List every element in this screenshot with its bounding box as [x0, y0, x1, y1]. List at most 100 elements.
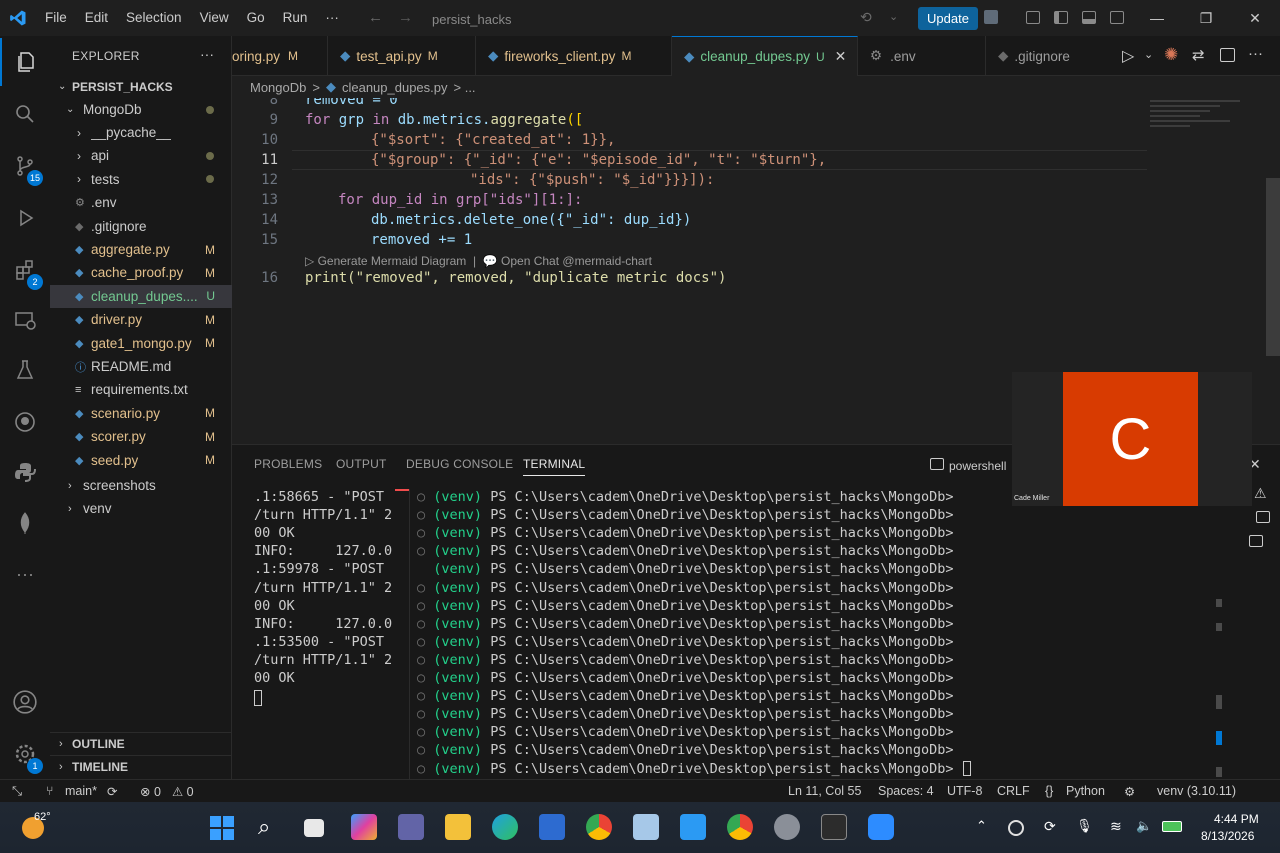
file-tree-item[interactable]: ◆ seed.py M	[50, 449, 232, 472]
language-mode[interactable]: Python	[1066, 784, 1105, 798]
zoom-app-icon[interactable]	[868, 814, 894, 840]
sync-icon[interactable]: ⟳	[107, 784, 117, 799]
line-ending[interactable]: CRLF	[997, 784, 1030, 798]
shell-label[interactable]: powershell	[949, 459, 1006, 473]
explorer-more-button[interactable]: ···	[200, 46, 214, 62]
update-button[interactable]: Update	[918, 7, 978, 30]
minimize-icon[interactable]: —	[1134, 0, 1180, 36]
minimap[interactable]	[1148, 98, 1266, 138]
run-options-chevron-icon[interactable]: ⌄	[1144, 48, 1153, 61]
more-icon[interactable]: ···	[0, 550, 50, 598]
notepad-icon[interactable]	[633, 814, 659, 840]
file-tree-item[interactable]: ◆ scenario.py M	[50, 402, 232, 425]
search-icon[interactable]: ⌕	[258, 814, 270, 840]
file-tree-item[interactable]: ⓘ README.md	[50, 355, 232, 378]
battery-icon[interactable]	[1162, 821, 1182, 832]
start-icon[interactable]	[210, 816, 234, 840]
command-decoration-icon[interactable]: ○	[417, 688, 433, 704]
task-view-icon[interactable]	[304, 819, 324, 837]
tab-terminal[interactable]: TERMINAL	[523, 457, 586, 476]
tab-problems[interactable]: PROBLEMS	[254, 457, 322, 471]
command-decoration-icon[interactable]: ○	[417, 507, 433, 523]
compare-changes-icon[interactable]: ⇄	[1192, 46, 1205, 64]
tab-test-api[interactable]: ◆ test_api.py M	[328, 36, 476, 76]
file-tree-item[interactable]: ◆ gate1_mongo.py M	[50, 332, 232, 355]
file-tree-item[interactable]: ⚙ .env	[50, 191, 232, 214]
indentation[interactable]: Spaces: 4	[878, 784, 934, 798]
clock-date[interactable]: 8/13/2026	[1201, 829, 1254, 843]
terminal-list-icon[interactable]	[1256, 511, 1270, 523]
errors-count[interactable]: ⊗ 0	[140, 784, 161, 799]
remote-icon[interactable]: ⤡	[12, 784, 22, 799]
tab-scoring[interactable]: oring.py M	[232, 36, 328, 76]
command-decoration-icon[interactable]: ○	[417, 634, 433, 650]
file-explorer-icon[interactable]	[445, 814, 471, 840]
manage-icon[interactable]: 1	[0, 730, 50, 778]
tab-fireworks-client[interactable]: ◆ fireworks_client.py M	[476, 36, 672, 76]
file-tree-item[interactable]: › api	[50, 144, 232, 167]
terminal-left-pane[interactable]: .1:58665 - "POST/turn HTTP/1.1" 2 00 OK IN…	[232, 489, 408, 774]
menu-edit[interactable]: Edit	[76, 0, 117, 36]
menu-run[interactable]: Run	[274, 0, 317, 36]
tray-chevron-icon[interactable]: ⌃	[976, 818, 987, 834]
terminal-app-icon[interactable]	[821, 814, 847, 840]
file-tree-item[interactable]: ◆ scorer.py M	[50, 425, 232, 448]
command-decoration-icon[interactable]: ○	[417, 543, 433, 559]
file-tree-item[interactable]: ◆ .gitignore	[50, 215, 232, 238]
menu-view[interactable]: View	[191, 0, 238, 36]
folder-venv[interactable]: › venv	[50, 497, 232, 520]
folder-screenshots[interactable]: › screenshots	[50, 474, 232, 497]
warnings-count[interactable]: ⚠ 0	[172, 784, 194, 799]
command-decoration-icon[interactable]: ○	[417, 616, 433, 632]
warning-icon[interactable]: ⚠	[1254, 485, 1267, 502]
toggle-secondary-sidebar-icon[interactable]	[1110, 11, 1124, 24]
command-decoration-icon[interactable]	[417, 561, 433, 577]
back-arrow-icon[interactable]: ←	[368, 9, 383, 26]
run-file-icon[interactable]: ▷	[1122, 46, 1134, 66]
command-center-search[interactable]: persist_hacks	[420, 8, 840, 30]
file-tree-item[interactable]: ≡ requirements.txt	[50, 378, 232, 401]
breadcrumb-tail[interactable]: > ...	[454, 80, 476, 95]
command-decoration-icon[interactable]: ○	[417, 489, 433, 505]
tray-app-icon[interactable]	[1008, 820, 1024, 836]
teams-icon[interactable]	[398, 814, 424, 840]
github-icon[interactable]	[0, 398, 50, 446]
breadcrumb-folder[interactable]: MongoDb	[250, 80, 306, 95]
testing-icon[interactable]	[0, 346, 50, 394]
command-decoration-icon[interactable]: ○	[417, 670, 433, 686]
claude-icon[interactable]: ✺	[1164, 45, 1178, 65]
customize-layout-icon[interactable]	[1026, 11, 1040, 24]
menu-file[interactable]: File	[36, 0, 76, 36]
zoom-video-tile[interactable]: C Cade Miller	[1012, 372, 1252, 506]
command-decoration-icon[interactable]: ○	[417, 652, 433, 668]
tab-env[interactable]: ⚙ .env	[858, 36, 986, 76]
command-decoration-icon[interactable]: ○	[417, 598, 433, 614]
clock-time[interactable]: 4:44 PM	[1214, 812, 1259, 826]
cursor-position[interactable]: Ln 11, Col 55	[788, 784, 861, 798]
terminal-list-icon-2[interactable]	[1249, 535, 1263, 547]
branch-name[interactable]: main*	[65, 784, 97, 798]
breadcrumb-file[interactable]: cleanup_dupes.py	[342, 80, 448, 95]
python-icon[interactable]	[0, 448, 50, 496]
wifi-icon[interactable]: ≋	[1110, 818, 1122, 835]
chevron-down-icon[interactable]: ⌄	[889, 10, 898, 23]
tray-sync-icon[interactable]: ⟳	[1044, 818, 1056, 835]
copilot-icon[interactable]: ⟲	[860, 9, 872, 26]
microphone-icon[interactable]: 🎙	[1076, 818, 1093, 834]
mongodb-icon[interactable]	[0, 499, 50, 547]
remote-explorer-icon[interactable]	[0, 296, 50, 344]
chrome-profile-icon[interactable]	[727, 814, 753, 840]
split-editor-icon[interactable]	[1220, 48, 1235, 62]
vscode-taskbar-icon[interactable]	[680, 814, 706, 840]
editor-scrollbar[interactable]	[1266, 178, 1280, 356]
file-tree-item[interactable]: ◆ driver.py M	[50, 308, 232, 331]
file-tree-item[interactable]: ◆ aggregate.py M	[50, 238, 232, 261]
source-control-icon[interactable]: 15	[0, 142, 50, 190]
restore-icon[interactable]: ❐	[1183, 0, 1229, 36]
copilot-status-icon[interactable]: ⚙	[1124, 784, 1135, 799]
menu-more[interactable]: ···	[316, 0, 348, 36]
copilot-app-icon[interactable]	[351, 814, 377, 840]
command-decoration-icon[interactable]: ○	[417, 761, 433, 777]
edge-icon[interactable]	[492, 814, 518, 840]
encoding[interactable]: UTF-8	[947, 784, 982, 798]
